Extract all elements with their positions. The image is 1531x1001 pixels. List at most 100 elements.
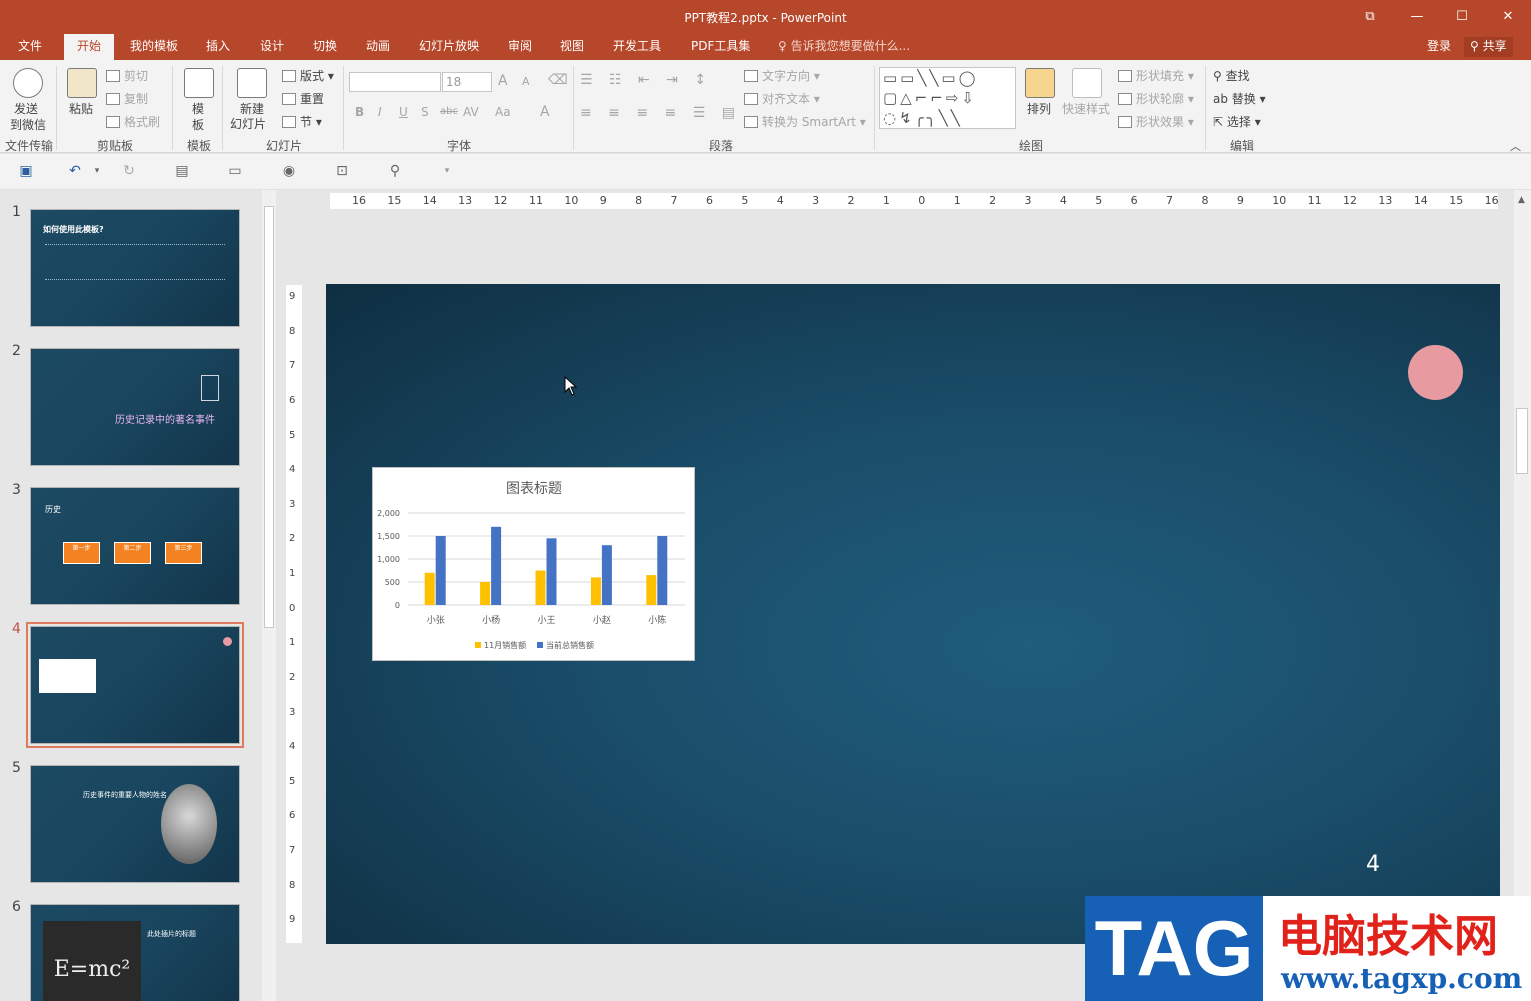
underline-button[interactable]: U — [399, 105, 408, 119]
smartart-button[interactable]: 转换为 SmartArt ▾ — [744, 113, 866, 130]
slide-thumbnail-6[interactable]: E=mc² 此处插片的标题 — [30, 904, 240, 1001]
slide-canvas[interactable]: 4 图表标题 0 500 1,000 1,500 2,000 小张 小杨 小王 小赵 小陈 11月销售… — [326, 284, 1500, 944]
format-painter-button[interactable]: 格式刷 — [106, 113, 160, 130]
ruler-tick-label: 7 — [1166, 194, 1174, 207]
paste-button[interactable]: 粘贴 — [69, 100, 93, 117]
slideshow-icon[interactable]: ◉ — [280, 163, 298, 179]
grow-font-button[interactable]: A — [498, 73, 508, 89]
shape-outline-button[interactable]: 形状轮廓 ▾ — [1118, 90, 1194, 107]
quick-styles-button[interactable]: 快速样式 — [1062, 100, 1110, 117]
pen-icon — [1118, 93, 1132, 105]
align-text-icon — [744, 93, 758, 105]
ribbon-tabs: 文件 开始 我的模板 插入 设计 切换 动画 幻灯片放映 审阅 视图 开发工具 … — [0, 34, 1531, 60]
section-button[interactable]: 节 ▾ — [282, 113, 322, 130]
tab-pdf-tools[interactable]: PDF工具集 — [681, 34, 760, 60]
customize-qat-icon[interactable]: ▾ — [438, 163, 456, 179]
thumb-number: 4 — [12, 621, 21, 637]
thumbnails-scrollbar-thumb[interactable] — [264, 206, 274, 628]
save-icon[interactable]: ▣ — [17, 163, 35, 179]
textbox-icon[interactable]: ▭ — [226, 163, 244, 179]
shadow-button[interactable]: S — [421, 105, 429, 119]
reset-button[interactable]: 重置 — [282, 90, 324, 107]
chalkboard-image: E=mc² — [43, 921, 141, 1001]
chart-bar — [435, 536, 446, 605]
magnifier-icon: ⚲ — [1213, 69, 1226, 83]
tell-me-box[interactable]: ♀ 告诉我您想要做什么... — [778, 34, 910, 60]
slide-thumbnail-1[interactable]: 如何使用此模板? — [30, 209, 240, 327]
slide-thumbnail-4[interactable] — [26, 622, 244, 748]
strikethrough-button[interactable]: abc — [440, 106, 458, 117]
tab-transitions[interactable]: 切换 — [303, 34, 347, 60]
quick-styles-icon — [1072, 68, 1102, 98]
tab-design[interactable]: 设计 — [250, 34, 294, 60]
tab-view[interactable]: 视图 — [550, 34, 594, 60]
new-slide-label-2[interactable]: 幻灯片 — [230, 115, 266, 132]
collapse-ribbon-icon[interactable]: ︿ — [1510, 138, 1521, 154]
font-color-button[interactable]: A — [540, 104, 550, 120]
shrink-font-button[interactable]: A — [522, 75, 530, 88]
bullets-icons[interactable]: ☰ ☷ ⇤ ⇥ ↕ — [580, 72, 712, 88]
thumbnails-scrollbar[interactable] — [262, 190, 276, 1001]
cut-button[interactable]: 剪切 — [106, 67, 148, 84]
tab-review[interactable]: 审阅 — [498, 34, 542, 60]
redo-icon[interactable]: ↻ — [120, 163, 138, 179]
pink-circle-shape[interactable] — [1408, 345, 1463, 400]
undo-dropdown-icon[interactable]: ▾ — [88, 163, 106, 179]
replace-button[interactable]: ab 替换 ▾ — [1213, 90, 1266, 107]
close-button[interactable]: ✕ — [1493, 6, 1523, 28]
select-button[interactable]: ⇱ 选择 ▾ — [1213, 113, 1261, 130]
chart-object[interactable]: 图表标题 0 500 1,000 1,500 2,000 小张 小杨 小王 小赵 小陈 11月销售额 当… — [372, 467, 695, 661]
font-size-combo[interactable]: 18 — [442, 72, 492, 92]
tab-file[interactable]: 文件 — [8, 34, 52, 60]
change-case-button[interactable]: Aa — [495, 105, 511, 119]
y-tick-label: 2,000 — [377, 509, 400, 518]
shape-effects-button[interactable]: 形状效果 ▾ — [1118, 113, 1194, 130]
thumb-title: 历史记录中的著名事件 — [115, 415, 215, 426]
shapes-gallery[interactable]: ▭▭╲╲▭◯ ▢△⌐⌐⇨⇩ ◌↯╭╮╲╲ — [879, 67, 1016, 129]
slide-thumbnail-2[interactable]: 历史记录中的著名事件 — [30, 348, 240, 466]
undo-icon[interactable]: ↶ — [66, 163, 84, 179]
layout-button[interactable]: 版式 ▾ — [282, 67, 334, 84]
font-name-combo[interactable] — [349, 72, 441, 92]
print-preview-icon[interactable]: ⚲ — [386, 163, 404, 179]
share-button[interactable]: ⚲ 共享 — [1464, 37, 1513, 57]
new-slide-qat-icon[interactable]: ▤ — [173, 163, 191, 179]
send-label[interactable]: 发送 — [14, 100, 38, 117]
ruler-tick-label: 6 — [1130, 194, 1138, 207]
send-to-wechat-label[interactable]: 到微信 — [10, 116, 46, 133]
find-button[interactable]: ⚲ 查找 — [1213, 67, 1250, 84]
slide-thumbnail-3[interactable]: 历史 第一步 第二步 第三步 — [30, 487, 240, 605]
editor-scrollbar-thumb[interactable] — [1516, 408, 1528, 474]
tab-developer[interactable]: 开发工具 — [603, 34, 671, 60]
maximize-button[interactable]: ☐ — [1447, 6, 1477, 28]
tab-insert[interactable]: 插入 — [196, 34, 240, 60]
clear-format-icon[interactable]: ⌫ — [548, 72, 568, 88]
tab-slideshow[interactable]: 幻灯片放映 — [409, 34, 489, 60]
align-icons[interactable]: ≡ ≡ ≡ ≡ ☰ ▤ — [580, 105, 741, 121]
copy-button[interactable]: 复制 — [106, 90, 148, 107]
thumb-title: 历史 — [45, 505, 61, 514]
tab-home[interactable]: 开始 — [64, 34, 114, 60]
present-icon[interactable]: ⊡ — [333, 163, 351, 179]
ribbon-display-options-button[interactable]: ⧉ — [1355, 6, 1385, 28]
minimize-button[interactable]: — — [1402, 6, 1432, 28]
italic-button[interactable]: I — [378, 105, 382, 119]
ruler-tick-label: 5 — [289, 775, 296, 787]
align-text-button[interactable]: 对齐文本 ▾ — [744, 90, 820, 107]
scroll-up-icon[interactable]: ▲ — [1518, 195, 1525, 205]
slide-thumbnail-5[interactable]: 历史事件的重要人物的姓名 — [30, 765, 240, 883]
tab-animations[interactable]: 动画 — [356, 34, 400, 60]
tell-me-text: 告诉我您想要做什么... — [790, 39, 911, 53]
login-link[interactable]: 登录 — [1427, 34, 1451, 58]
shape-fill-button[interactable]: 形状填充 ▾ — [1118, 67, 1194, 84]
bold-button[interactable]: B — [355, 105, 364, 119]
text-direction-button[interactable]: 文字方向 ▾ — [744, 67, 820, 84]
arrange-button[interactable]: 排列 — [1027, 100, 1051, 117]
separator — [1205, 66, 1206, 150]
character-spacing-button[interactable]: AV — [463, 105, 479, 119]
template-label-2[interactable]: 板 — [192, 116, 204, 133]
separator — [573, 66, 574, 150]
template-label-1[interactable]: 模 — [192, 100, 204, 117]
tab-my-templates[interactable]: 我的模板 — [120, 34, 188, 60]
editor-scrollbar[interactable]: ▲ — [1514, 190, 1531, 1001]
